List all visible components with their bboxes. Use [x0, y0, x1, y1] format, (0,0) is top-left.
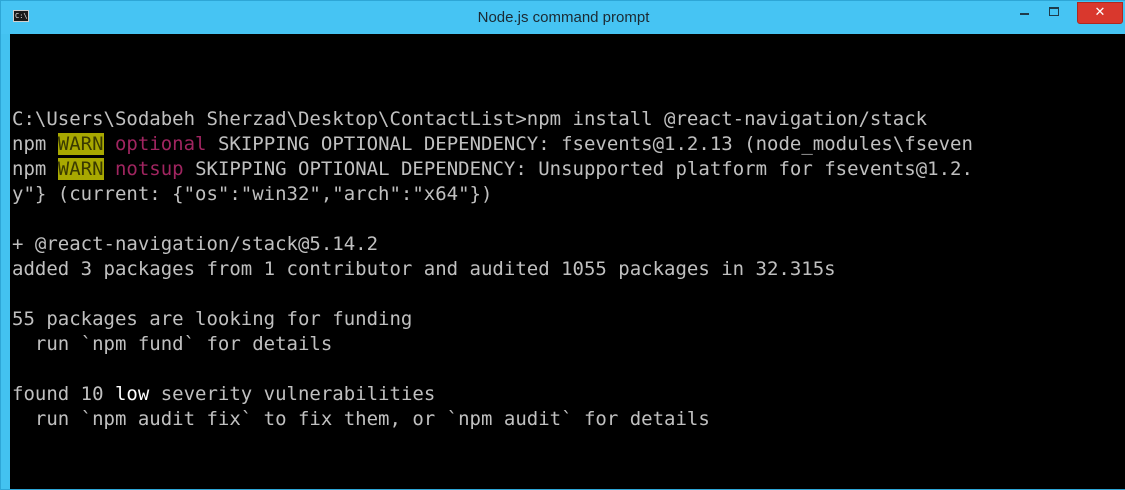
maximize-button[interactable]: [1041, 2, 1068, 24]
warn-continuation: y"} (current: {"os":"win32","arch":"x64"…: [12, 183, 493, 205]
vuln-severity: low: [114, 383, 150, 405]
audit-hint-line: run `npm audit fix` to fix them, or `npm…: [12, 408, 710, 430]
warn-message: SKIPPING OPTIONAL DEPENDENCY: Unsupporte…: [183, 158, 973, 180]
vuln-prefix: found 10: [12, 383, 115, 405]
warn-prefix: npm: [12, 158, 58, 180]
warn-badge: WARN: [57, 158, 104, 180]
vulnerability-line: found 10 low severity vulnerabilities: [12, 382, 435, 407]
warn-tag-optional: optional: [114, 133, 207, 155]
vuln-suffix: severity vulnerabilities: [149, 383, 436, 405]
minimize-icon: [1020, 13, 1029, 15]
warn-tag-notsup: notsup: [114, 158, 184, 180]
warn-space: [104, 133, 115, 155]
warn-space: [104, 158, 115, 180]
title-bar[interactable]: C:\ Node.js command prompt ✕: [1, 1, 1125, 34]
funding-line: 55 packages are looking for funding: [12, 308, 413, 330]
fund-hint-line: run `npm fund` for details: [12, 333, 333, 355]
console-output[interactable]: C:\Users\Sodabeh Sherzad\Desktop\Contact…: [10, 34, 1125, 489]
warn-badge: WARN: [57, 133, 104, 155]
added-package-line: + @react-navigation/stack@5.14.2: [12, 233, 379, 255]
warn-line-optional: npm WARN optional SKIPPING OPTIONAL DEPE…: [12, 132, 973, 157]
close-icon: ✕: [1094, 5, 1106, 20]
close-button[interactable]: ✕: [1077, 2, 1123, 24]
minimize-button[interactable]: [1011, 2, 1038, 24]
warn-prefix: npm: [12, 133, 58, 155]
maximize-icon: [1049, 7, 1059, 16]
warn-message: SKIPPING OPTIONAL DEPENDENCY: fsevents@1…: [206, 133, 973, 155]
warn-line-notsup: npm WARN notsup SKIPPING OPTIONAL DEPEND…: [12, 157, 973, 182]
console-window: C:\ Node.js command prompt ✕ C:\Users\So…: [0, 0, 1125, 490]
command-line: C:\Users\Sodabeh Sherzad\Desktop\Contact…: [12, 108, 928, 130]
window-title: Node.js command prompt: [477, 9, 650, 26]
install-summary-line: added 3 packages from 1 contributor and …: [12, 258, 836, 280]
